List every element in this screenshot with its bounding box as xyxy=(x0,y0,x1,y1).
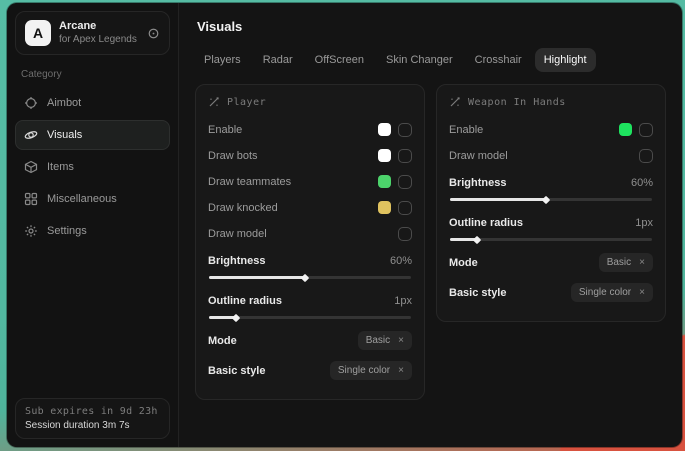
eye-orbit-icon xyxy=(24,128,38,142)
enable-checkbox[interactable] xyxy=(398,123,412,137)
target-icon[interactable] xyxy=(147,27,160,40)
sidebar-nav: Aimbot Visuals Items xyxy=(15,88,170,246)
basic-style-select[interactable]: Single color × xyxy=(330,361,412,380)
brand-card: A Arcane for Apex Legends xyxy=(15,11,170,55)
sub-expires-text: Sub expires in 9d 23h xyxy=(25,406,160,417)
tab-players[interactable]: Players xyxy=(195,48,250,72)
app-subtitle: for Apex Legends xyxy=(59,34,139,47)
app-window: A Arcane for Apex Legends Category Aimbo… xyxy=(7,3,682,447)
color-swatch[interactable] xyxy=(378,201,391,214)
remove-icon[interactable]: × xyxy=(639,288,645,298)
gear-icon xyxy=(24,224,38,238)
sidebar-item-aimbot[interactable]: Aimbot xyxy=(15,88,170,118)
app-name: Arcane xyxy=(59,20,139,34)
draw-knocked-checkbox[interactable] xyxy=(398,201,412,215)
sidebar-item-label: Items xyxy=(47,161,74,173)
tab-skin-changer[interactable]: Skin Changer xyxy=(377,48,462,72)
app-logo: A xyxy=(25,20,51,46)
tab-radar[interactable]: Radar xyxy=(254,48,302,72)
page-title: Visuals xyxy=(197,19,666,34)
outline-radius-slider[interactable] xyxy=(450,238,652,241)
session-duration-text: Session duration 3m 7s xyxy=(25,420,160,431)
color-swatch[interactable] xyxy=(619,123,632,136)
sidebar-item-label: Miscellaneous xyxy=(47,193,117,205)
sidebar-item-miscellaneous[interactable]: Miscellaneous xyxy=(15,184,170,214)
panel-title: Weapon In Hands xyxy=(468,97,566,108)
toggle-row-draw-knocked: Draw knocked xyxy=(208,197,412,218)
slider-row-outline-radius: Outline radius 1px xyxy=(208,290,412,311)
crosshair-icon xyxy=(24,96,38,110)
draw-model-checkbox[interactable] xyxy=(639,149,653,163)
package-icon xyxy=(24,160,38,174)
color-swatch[interactable] xyxy=(378,149,391,162)
brightness-slider[interactable] xyxy=(209,276,411,279)
draw-teammates-checkbox[interactable] xyxy=(398,175,412,189)
weapon-in-hands-panel: Weapon In Hands Enable Draw model xyxy=(436,84,666,322)
player-icon xyxy=(208,96,220,108)
sidebar-item-visuals[interactable]: Visuals xyxy=(15,120,170,150)
toggle-row-draw-model: Draw model xyxy=(449,145,653,166)
toggle-row-draw-model: Draw model xyxy=(208,223,412,244)
sidebar-item-label: Visuals xyxy=(47,129,82,141)
draw-bots-checkbox[interactable] xyxy=(398,149,412,163)
select-row-mode: Mode Basic × xyxy=(208,330,412,351)
draw-model-checkbox[interactable] xyxy=(398,227,412,241)
brightness-value: 60% xyxy=(390,255,412,267)
sidebar: A Arcane for Apex Legends Category Aimbo… xyxy=(7,3,179,447)
remove-icon[interactable]: × xyxy=(398,366,404,376)
slider-row-outline-radius: Outline radius 1px xyxy=(449,212,653,233)
outline-radius-value: 1px xyxy=(635,217,653,229)
select-row-basic-style: Basic style Single color × xyxy=(208,360,412,381)
outline-radius-slider[interactable] xyxy=(209,316,411,319)
sidebar-item-settings[interactable]: Settings xyxy=(15,216,170,246)
toggle-row-draw-bots: Draw bots xyxy=(208,145,412,166)
slider-row-brightness: Brightness 60% xyxy=(449,172,653,193)
select-row-basic-style: Basic style Single color × xyxy=(449,282,653,303)
subscription-info: Sub expires in 9d 23h Session duration 3… xyxy=(15,398,170,439)
toggle-row-draw-teammates: Draw teammates xyxy=(208,171,412,192)
category-label: Category xyxy=(21,69,164,80)
player-panel: Player Enable Draw bots xyxy=(195,84,425,400)
brightness-slider[interactable] xyxy=(450,198,652,201)
tab-bar: Players Radar OffScreen Skin Changer Cro… xyxy=(195,48,666,72)
main-content: Visuals Players Radar OffScreen Skin Cha… xyxy=(179,3,682,447)
toggle-row-enable: Enable xyxy=(208,119,412,140)
brightness-value: 60% xyxy=(631,177,653,189)
toggle-row-enable: Enable xyxy=(449,119,653,140)
panels: Player Enable Draw bots xyxy=(195,84,666,400)
tab-offscreen[interactable]: OffScreen xyxy=(306,48,373,72)
basic-style-select[interactable]: Single color × xyxy=(571,283,653,302)
select-row-mode: Mode Basic × xyxy=(449,252,653,273)
sidebar-item-label: Settings xyxy=(47,225,87,237)
color-swatch[interactable] xyxy=(378,175,391,188)
outline-radius-value: 1px xyxy=(394,295,412,307)
mode-select[interactable]: Basic × xyxy=(358,331,412,350)
slider-row-brightness: Brightness 60% xyxy=(208,250,412,271)
enable-checkbox[interactable] xyxy=(639,123,653,137)
tab-crosshair[interactable]: Crosshair xyxy=(466,48,531,72)
grid-icon xyxy=(24,192,38,206)
color-swatch[interactable] xyxy=(378,123,391,136)
sidebar-item-label: Aimbot xyxy=(47,97,81,109)
tab-highlight[interactable]: Highlight xyxy=(535,48,596,72)
panel-title: Player xyxy=(227,97,266,108)
mode-select[interactable]: Basic × xyxy=(599,253,653,272)
remove-icon[interactable]: × xyxy=(398,336,404,346)
weapon-icon xyxy=(449,96,461,108)
sidebar-item-items[interactable]: Items xyxy=(15,152,170,182)
remove-icon[interactable]: × xyxy=(639,258,645,268)
